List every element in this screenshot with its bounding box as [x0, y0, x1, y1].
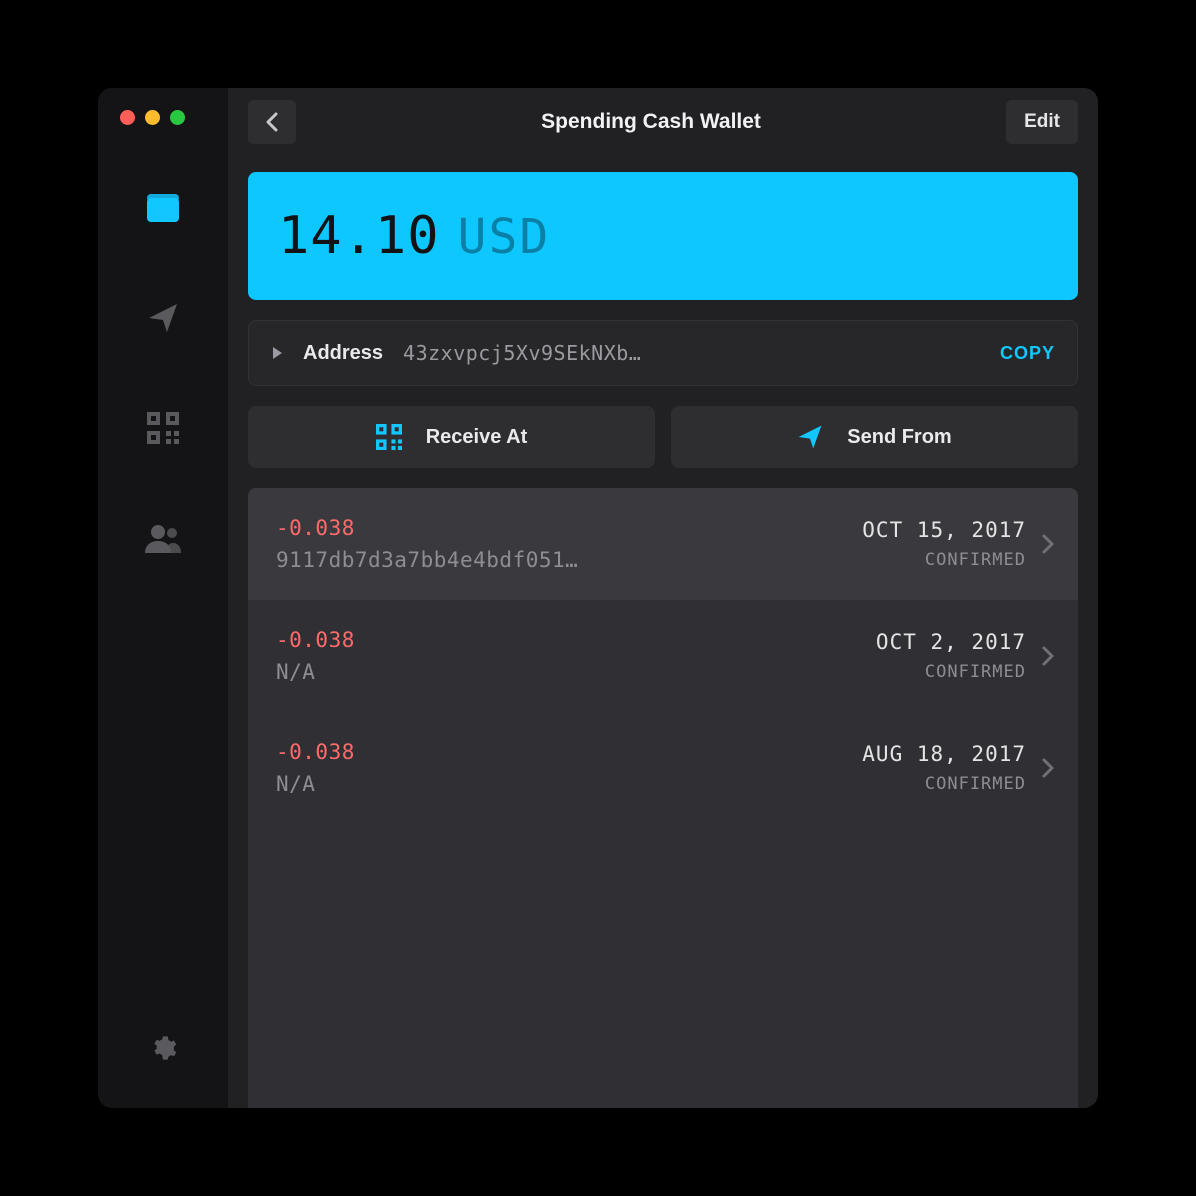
address-label: Address — [303, 342, 383, 365]
qr-icon — [147, 412, 179, 444]
send-icon — [147, 302, 179, 334]
transaction-info: -0.038 N/A — [276, 740, 846, 796]
page-title: Spending Cash Wallet — [308, 110, 994, 134]
contacts-icon — [145, 523, 181, 553]
transaction-detail: N/A — [276, 660, 860, 684]
send-button[interactable]: Send From — [671, 406, 1078, 468]
balance-card: 14.10 USD — [248, 172, 1078, 300]
disclosure-triangle-icon — [271, 346, 283, 360]
back-button[interactable] — [248, 100, 296, 144]
transaction-meta: OCT 15, 2017 CONFIRMED — [862, 518, 1026, 570]
send-button-label: Send From — [847, 426, 951, 449]
wallet-icon — [146, 193, 180, 223]
chevron-right-icon — [1042, 758, 1054, 778]
copy-address-button[interactable]: COPY — [1000, 343, 1055, 364]
transaction-detail: 9117db7d3a7bb4e4bdf051… — [276, 548, 846, 572]
chevron-right-icon — [1042, 534, 1054, 554]
header: Spending Cash Wallet Edit — [228, 88, 1098, 156]
sidebar-item-settings[interactable] — [143, 1028, 183, 1068]
sidebar-item-wallet[interactable] — [143, 188, 183, 228]
balance-amount: 14.10 — [278, 206, 440, 266]
sidebar-item-send[interactable] — [143, 298, 183, 338]
transaction-info: -0.038 N/A — [276, 628, 860, 684]
edit-button[interactable]: Edit — [1006, 100, 1078, 144]
window-close-button[interactable] — [120, 110, 135, 125]
transaction-row[interactable]: -0.038 9117db7d3a7bb4e4bdf051… OCT 15, 201… — [248, 488, 1078, 600]
sidebar-item-contacts[interactable] — [143, 518, 183, 558]
transaction-date: OCT 15, 2017 — [862, 518, 1026, 542]
transaction-status: CONFIRMED — [862, 550, 1026, 570]
chevron-left-icon — [265, 112, 279, 132]
window-minimize-button[interactable] — [145, 110, 160, 125]
transaction-row[interactable]: -0.038 N/A AUG 18, 2017 CONFIRMED — [248, 712, 1078, 824]
transaction-info: -0.038 9117db7d3a7bb4e4bdf051… — [276, 516, 846, 572]
transaction-status: CONFIRMED — [862, 774, 1026, 794]
transaction-amount: -0.038 — [276, 740, 846, 764]
action-buttons: Receive At Send From — [248, 406, 1078, 468]
transaction-date: AUG 18, 2017 — [862, 742, 1026, 766]
main-panel: Spending Cash Wallet Edit 14.10 USD — [228, 88, 1098, 1108]
sidebar-item-receive[interactable] — [143, 408, 183, 448]
window-traffic-lights — [120, 110, 185, 125]
balance-currency: USD — [458, 209, 551, 265]
send-icon — [797, 424, 823, 450]
transaction-amount: -0.038 — [276, 628, 860, 652]
address-row[interactable]: Address 43zxvpcj5Xv9SEkNXb… COPY — [248, 320, 1078, 386]
edit-button-label: Edit — [1024, 111, 1060, 133]
chevron-right-icon — [1042, 646, 1054, 666]
qr-icon — [376, 424, 402, 450]
transaction-list: -0.038 9117db7d3a7bb4e4bdf051… OCT 15, 201… — [248, 488, 1078, 1108]
receive-button[interactable]: Receive At — [248, 406, 655, 468]
transaction-meta: AUG 18, 2017 CONFIRMED — [862, 742, 1026, 794]
transaction-detail: N/A — [276, 772, 846, 796]
transaction-date: OCT 2, 2017 — [876, 630, 1026, 654]
transaction-amount: -0.038 — [276, 516, 846, 540]
transaction-row[interactable]: -0.038 N/A OCT 2, 2017 CONFIRMED — [248, 600, 1078, 712]
transaction-status: CONFIRMED — [876, 662, 1026, 682]
address-value: 43zxvpcj5Xv9SEkNXb… — [403, 341, 980, 365]
sidebar — [98, 88, 228, 1108]
transaction-meta: OCT 2, 2017 CONFIRMED — [876, 630, 1026, 682]
gear-icon — [149, 1034, 177, 1062]
window-maximize-button[interactable] — [170, 110, 185, 125]
receive-button-label: Receive At — [426, 426, 528, 449]
app-window: Spending Cash Wallet Edit 14.10 USD — [98, 88, 1098, 1108]
